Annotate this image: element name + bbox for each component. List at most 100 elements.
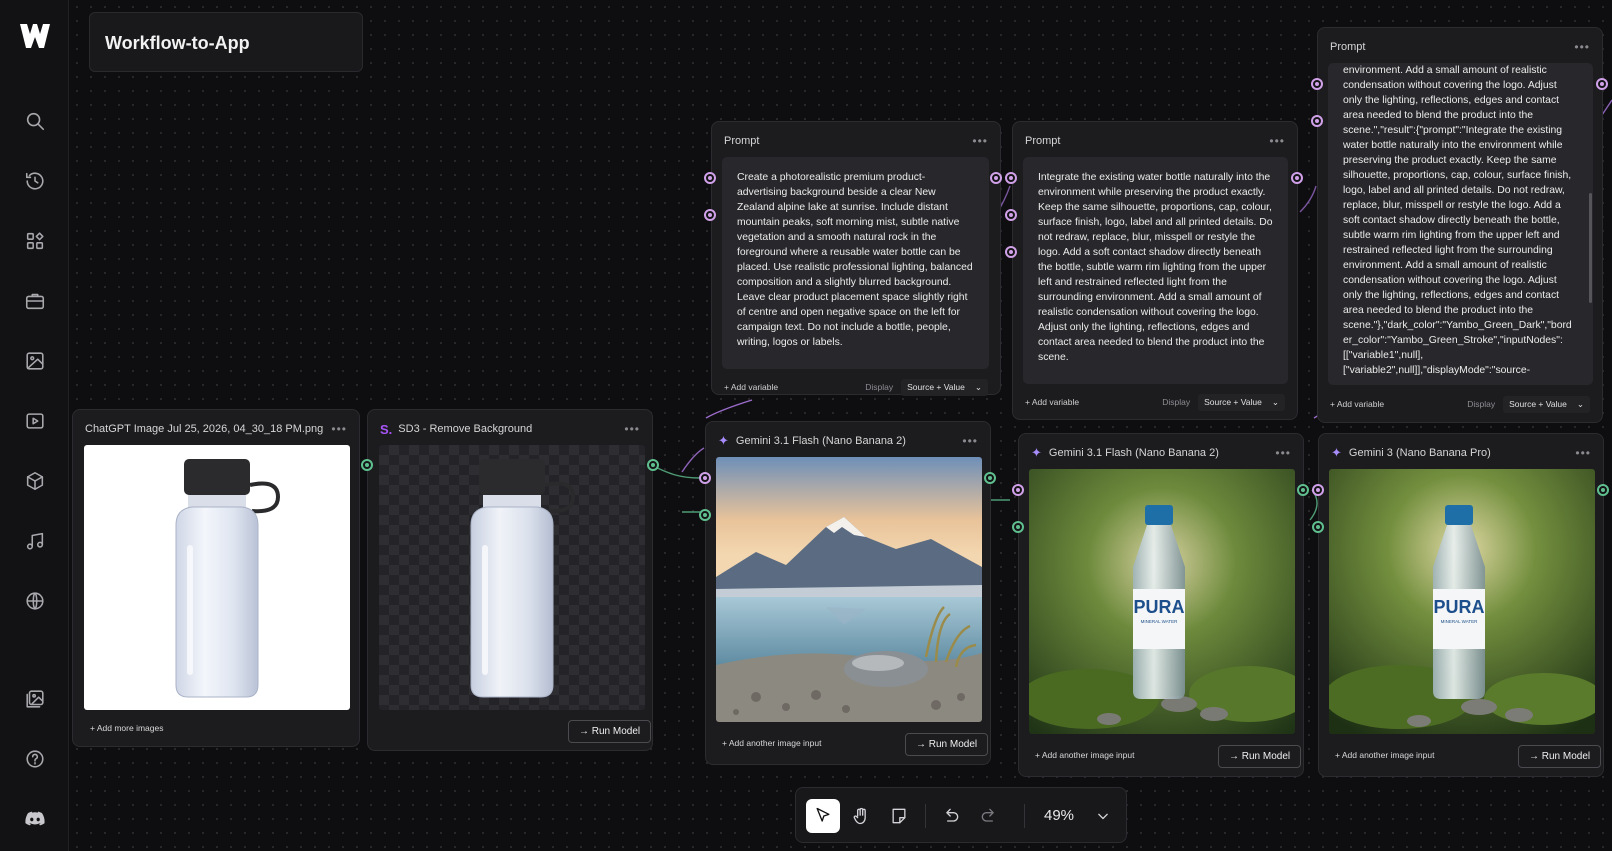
more-options-icon[interactable]: ••• (1269, 134, 1285, 148)
zoom-level[interactable]: 49% (1044, 807, 1074, 824)
chevron-down-icon[interactable] (1086, 799, 1120, 833)
node-header: ✦ Gemini 3 (Nano Banana Pro) ••• (1331, 434, 1591, 472)
model-badge: S. (380, 421, 393, 437)
sparkle-icon: ✦ (718, 433, 729, 448)
add-image-input-link[interactable]: + Add another image input (1335, 750, 1434, 760)
gemini3-prompt-port[interactable] (1312, 484, 1324, 496)
prompt2-input-port[interactable] (1005, 172, 1017, 184)
pointer-icon[interactable] (806, 799, 840, 833)
sticky-note-icon[interactable] (882, 799, 916, 833)
prompt2-output-port[interactable] (1291, 172, 1303, 184)
add-more-images-link[interactable]: + Add more images (90, 723, 163, 733)
node-header: S. SD3 - Remove Background ••• (380, 410, 640, 448)
workflow-title[interactable]: Workflow-to-App (89, 12, 363, 72)
cube-icon[interactable] (17, 463, 53, 499)
prompt1-output-port[interactable] (990, 172, 1002, 184)
prompt3-input-port[interactable] (1311, 78, 1323, 90)
prompt-text[interactable]: Integrate the existing water bottle natu… (1023, 157, 1288, 384)
redo-icon[interactable] (972, 799, 1006, 833)
add-image-input-link[interactable]: + Add another image input (722, 738, 821, 748)
more-options-icon[interactable]: ••• (624, 422, 640, 436)
add-variable-button[interactable]: + Add variable (1025, 397, 1079, 407)
gemini-node-2[interactable]: ✦ Gemini 3.1 Flash (Nano Banana 2) ••• P… (1018, 433, 1304, 777)
gemini3-image-port[interactable] (1312, 521, 1324, 533)
video-icon[interactable] (17, 403, 53, 439)
image-input-node[interactable]: ChatGPT Image Jul 25, 2026, 04_30_18 PM.… (72, 409, 360, 747)
prompt-text[interactable]: Create a photorealistic premium product-… (722, 157, 989, 369)
scrollbar[interactable] (1589, 193, 1592, 303)
edge-prompt1-to-gemini1 (705, 399, 753, 419)
prompt-node-2[interactable]: Prompt ••• Integrate the existing water … (1012, 121, 1298, 420)
run-model-button[interactable]: → Run Model (1218, 745, 1302, 768)
music-icon[interactable] (17, 523, 53, 559)
prompt1-input-port-2[interactable] (704, 209, 716, 221)
remove-bg-output-port[interactable] (647, 459, 659, 471)
gemini-node-1[interactable]: ✦ Gemini 3.1 Flash (Nano Banana 2) ••• +… (705, 421, 991, 765)
generated-bottle-image: PURA MINERAL WATER (1029, 469, 1295, 734)
prompt-node-3[interactable]: Prompt ••• environment. Add a small amou… (1317, 27, 1603, 423)
gemini1-image-port[interactable] (699, 509, 711, 521)
prompt3-output-port[interactable] (1596, 78, 1608, 90)
apps-icon[interactable] (17, 223, 53, 259)
more-options-icon[interactable]: ••• (972, 134, 988, 148)
node-header: Prompt ••• (1330, 28, 1590, 66)
display-mode-select[interactable]: Source + Value ⌄ (901, 378, 988, 396)
gallery-icon[interactable] (17, 681, 53, 717)
gemini-node-3[interactable]: ✦ Gemini 3 (Nano Banana Pro) ••• PURA MI… (1318, 433, 1604, 777)
add-variable-button[interactable]: + Add variable (1330, 399, 1384, 409)
node-title: Gemini 3.1 Flash (Nano Banana 2) (735, 435, 906, 447)
chevron-down-icon: ⌄ (1271, 396, 1279, 407)
gemini2-output-port[interactable] (1297, 484, 1309, 496)
globe-icon[interactable] (17, 583, 53, 619)
more-options-icon[interactable]: ••• (962, 434, 978, 448)
run-model-button[interactable]: → Run Model (568, 720, 652, 743)
hand-icon[interactable] (844, 799, 878, 833)
gemini3-output-port[interactable] (1597, 484, 1609, 496)
undo-icon[interactable] (934, 799, 968, 833)
run-model-button[interactable]: → Run Model (1518, 745, 1602, 768)
node-title: Prompt (724, 135, 760, 147)
bottle-label-brand: PURA (1433, 597, 1485, 617)
prompt-footer: + Add variable Display Source + Value ⌄ (724, 377, 988, 397)
prompt3-input-port-2[interactable] (1311, 115, 1323, 127)
help-icon[interactable] (17, 741, 53, 777)
bottle-label-sub: MINERAL WATER (1440, 619, 1478, 624)
search-icon[interactable] (17, 103, 53, 139)
display-mode-select[interactable]: Source + Value ⌄ (1503, 395, 1590, 413)
discord-icon[interactable] (17, 801, 53, 837)
history-icon[interactable] (17, 163, 53, 199)
image-icon[interactable] (17, 343, 53, 379)
gemini2-prompt-port[interactable] (1012, 484, 1024, 496)
node-header: ✦ Gemini 3.1 Flash (Nano Banana 2) ••• (718, 422, 978, 460)
canvas-toolbar: 49% (795, 787, 1127, 843)
prompt2-input-port-2[interactable] (1005, 209, 1017, 221)
display-mode-select[interactable]: Source + Value ⌄ (1198, 393, 1285, 411)
logo-icon[interactable] (17, 18, 53, 54)
display-label: Display (865, 382, 894, 392)
display-label: Display (1467, 399, 1496, 409)
gemini2-image-port[interactable] (1012, 521, 1024, 533)
node-title: SD3 - Remove Background (398, 423, 533, 435)
toolbar-divider (925, 804, 926, 828)
run-model-button[interactable]: → Run Model (905, 733, 989, 756)
toolbar-divider (1024, 804, 1025, 828)
more-options-icon[interactable]: ••• (1574, 40, 1590, 54)
toolbox-icon[interactable] (17, 283, 53, 319)
prompt-text[interactable]: environment. Add a small amount of reali… (1328, 63, 1593, 385)
remove-background-node[interactable]: S. SD3 - Remove Background ••• → Run Mod… (367, 409, 653, 751)
prompt2-input-port-3[interactable] (1005, 246, 1017, 258)
add-image-input-link[interactable]: + Add another image input (1035, 750, 1134, 760)
gemini1-prompt-port[interactable] (699, 472, 711, 484)
more-options-icon[interactable]: ••• (331, 422, 347, 436)
add-variable-button[interactable]: + Add variable (724, 382, 778, 392)
image-input-output-port[interactable] (361, 459, 373, 471)
node-header: Prompt ••• (1025, 122, 1285, 160)
prompt-node-1[interactable]: Prompt ••• Create a photorealistic premi… (711, 121, 1001, 397)
gemini1-output-port[interactable] (984, 472, 996, 484)
more-options-icon[interactable]: ••• (1575, 446, 1591, 460)
display-mode-value: Source + Value (1204, 397, 1262, 407)
more-options-icon[interactable]: ••• (1275, 446, 1291, 460)
generated-bottle-image: PURA MINERAL WATER (1329, 469, 1595, 734)
prompt-footer: + Add variable Display Source + Value ⌄ (1025, 392, 1285, 412)
prompt1-input-port[interactable] (704, 172, 716, 184)
